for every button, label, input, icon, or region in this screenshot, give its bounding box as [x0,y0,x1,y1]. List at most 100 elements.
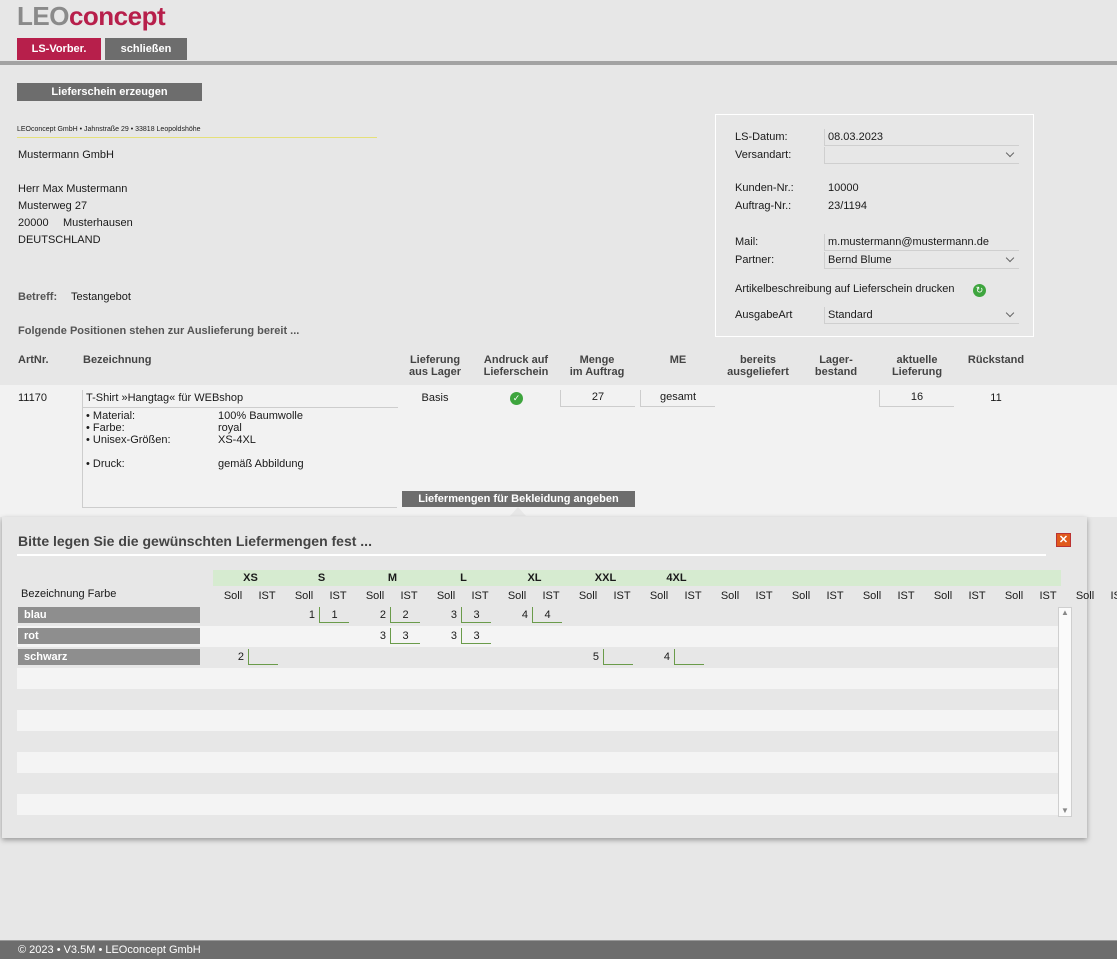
col-bereits: bereits ausgeliefert [718,354,798,378]
col-andruck: Andruck auf Lieferschein [476,354,556,378]
scroll-down-icon[interactable]: ▼ [1059,806,1071,816]
soll-value: 3 [379,630,386,642]
positions-intro: Folgende Positionen stehen zur Ausliefer… [18,325,300,337]
detail-groessen-key: • Unisex-Größen: [86,434,171,446]
ls-vorber-button[interactable]: LS-Vorber. [17,38,101,60]
col-andruck-line1: Andruck auf [483,354,549,366]
shipping-select[interactable] [824,147,1019,164]
ist-input[interactable] [248,649,278,665]
soll-header: Soll [1075,590,1095,602]
mail-label: Mail: [735,236,759,248]
ls-date-label: LS-Datum: [735,131,788,143]
col-lager-line2: bestand [814,366,858,378]
output-type-select[interactable]: Standard [824,307,1019,324]
detail-farbe-key: • Farbe: [86,422,125,434]
col-bereits-line2: ausgeliefert [727,366,789,378]
item-me: gesamt [640,390,715,407]
partner-value: Bernd Blume [828,254,892,266]
soll-header: Soll [436,590,456,602]
item-artnr: 11170 [18,392,47,404]
shipping-label: Versandart: [735,149,792,161]
size-row: schwarz 2 5 4 [17,647,1060,668]
size-header: M [387,572,398,584]
soll-header: Soll [720,590,740,602]
sender-line: LEOconcept GmbH • Jahnstraße 29 • 33818 … [17,126,377,138]
address-street: Musterweg 27 [18,200,88,212]
size-header: 4XL [666,572,687,584]
col-me: ME [669,354,687,366]
ist-header: IST [826,590,844,602]
chevron-down-icon [1005,308,1015,318]
partner-select[interactable]: Bernd Blume [824,252,1019,269]
output-type-label: AusgabeArt [735,309,793,321]
address-person: Herr Max Mustermann [18,183,128,195]
ist-header: IST [968,590,986,602]
ist-input[interactable] [603,649,633,665]
size-header: S [317,572,326,584]
ist-header: IST [613,590,631,602]
address-country: DEUTSCHLAND [18,234,101,246]
color-label: schwarz [18,649,200,665]
item-rueckstand: 11 [990,392,1002,404]
scroll-up-icon[interactable]: ▲ [1059,608,1071,618]
ist-input[interactable] [674,649,704,665]
close-button[interactable]: schließen [105,38,187,60]
size-row [17,773,1060,794]
color-label: blau [18,607,200,623]
ist-header: IST [755,590,773,602]
close-icon[interactable]: ✕ [1056,533,1071,547]
soll-header: Soll [791,590,811,602]
panel-scrollbar[interactable]: ▲ ▼ [1058,607,1072,817]
subject-value: Testangebot [71,291,131,303]
soll-value: 2 [379,609,386,621]
address-zip: 20000 [18,217,49,229]
print-description-label: Artikelbeschreibung auf Lieferschein dru… [735,283,955,295]
partner-label: Partner: [735,254,775,266]
soll-header: Soll [223,590,243,602]
soll-header: Soll [862,590,882,602]
detail-druck-key: • Druck: [86,458,125,470]
ist-header: IST [684,590,702,602]
soll-value: 5 [592,651,599,663]
col-andruck-line2: Lieferschein [483,366,549,378]
refresh-toggle-icon[interactable]: ↻ [973,284,986,297]
item-menge: 27 [560,390,635,407]
item-aktuell-input[interactable]: 16 [879,390,954,407]
detail-material-value: 100% Baumwolle [218,410,303,422]
col-menge: Menge im Auftrag [557,354,637,378]
item-name: T-Shirt »Hangtag« für WEBshop [86,392,244,404]
ist-input[interactable]: 3 [461,607,491,623]
col-aktuell-line2: Lieferung [891,366,943,378]
ist-input[interactable]: 1 [319,607,349,623]
create-delivery-note-button[interactable]: Lieferschein erzeugen [17,83,202,101]
size-row [17,668,1060,689]
item-description-box[interactable]: T-Shirt »Hangtag« für WEBshop • Material… [82,390,398,508]
soll-value: 2 [237,651,244,663]
detail-druck-value: gemäß Abbildung [218,458,304,470]
ist-header: IST [329,590,347,602]
soll-header: Soll [578,590,598,602]
ist-header: IST [1039,590,1057,602]
subject-label: Betreff: [18,291,58,303]
panel-divider [17,554,1046,556]
ist-input[interactable]: 3 [390,628,420,644]
ls-date-field[interactable]: 08.03.2023 [824,129,1019,146]
detail-farbe-value: royal [218,422,242,434]
ist-input[interactable]: 2 [390,607,420,623]
soll-header: Soll [933,590,953,602]
size-header: L [460,572,467,584]
chevron-down-icon [1005,148,1015,158]
ist-input[interactable]: 3 [461,628,491,644]
check-icon[interactable]: ✓ [510,392,523,405]
size-row [17,710,1060,731]
col-rueckstand: Rückstand [967,354,1025,366]
col-lager-line1: Lager- [819,354,853,366]
liefermengen-button[interactable]: Liefermengen für Bekleidung angeben [402,491,635,507]
col-aktuell: aktuelle Lieferung [877,354,957,378]
soll-header: Soll [365,590,385,602]
size-row [17,689,1060,710]
ist-input[interactable]: 4 [532,607,562,623]
soll-value: 4 [663,651,670,663]
size-header: XXL [594,572,617,584]
mail-field[interactable]: m.mustermann@mustermann.de [824,234,1019,251]
